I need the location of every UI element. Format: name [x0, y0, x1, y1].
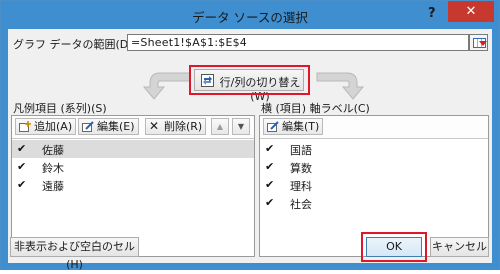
axis-item[interactable]: ✔ 算数 [260, 158, 488, 176]
legend-item-label: 佐藤 [42, 144, 64, 157]
up-arrow-icon[interactable]: ▲ [211, 118, 229, 135]
title-bar: データ ソースの選択 ? ✕ [1, 1, 499, 29]
axis-item-label: 社会 [290, 198, 312, 211]
axis-item[interactable]: ✔ 国語 [260, 140, 488, 158]
legend-item-label: 遠藤 [42, 180, 64, 193]
edit-icon [267, 121, 279, 132]
axis-item-label: 算数 [290, 162, 312, 175]
axis-edit-label: 編集(T) [282, 120, 320, 133]
down-arrow-icon[interactable]: ▼ [232, 118, 250, 135]
add-label: 追加(A) [34, 120, 73, 133]
help-icon[interactable]: ? [428, 6, 436, 21]
axis-edit-button[interactable]: 編集(T) [263, 118, 324, 135]
range-select-button[interactable] [469, 34, 488, 51]
left-curve-arrow-icon [142, 72, 191, 100]
range-arrow-icon [479, 41, 487, 46]
remove-button[interactable]: ✕ 削除(R) [145, 118, 207, 135]
checkbox-icon[interactable]: ✔ [17, 179, 28, 190]
range-label: グラフ データの範囲(D): [13, 38, 137, 51]
axis-item-label: 理科 [290, 180, 312, 193]
legend-edit-label: 編集(E) [97, 120, 135, 133]
add-icon [19, 121, 31, 132]
legend-toolbar: 追加(A) 編集(E) ✕ 削除(R) ▲ ▼ [12, 116, 254, 139]
axis-toolbar: 編集(T) [260, 116, 488, 139]
checkbox-icon[interactable]: ✔ [265, 179, 276, 190]
legend-header: 凡例項目 (系列)(S) [13, 102, 107, 115]
legend-item[interactable]: ✔ 佐藤 [12, 140, 254, 158]
legend-edit-button[interactable]: 編集(E) [78, 118, 139, 135]
axis-item[interactable]: ✔ 社会 [260, 194, 488, 212]
axis-item-label: 国語 [290, 144, 312, 157]
axis-header: 横 (項目) 軸ラベル(C) [261, 102, 370, 115]
add-button[interactable]: 追加(A) [15, 118, 77, 135]
close-icon[interactable]: ✕ [448, 1, 494, 22]
hidden-empty-cells-button[interactable]: 非表示および空白のセル(H) [10, 237, 139, 271]
edit-icon [82, 121, 94, 132]
legend-item-label: 鈴木 [42, 162, 64, 175]
remove-icon: ✕ [149, 119, 160, 133]
axis-item[interactable]: ✔ 理科 [260, 176, 488, 194]
select-data-source-dialog: データ ソースの選択 ? ✕ グラフ データの範囲(D): =Sheet1!$A… [0, 0, 500, 271]
remove-label: 削除(R) [164, 120, 203, 133]
dialog-title: データ ソースの選択 [192, 10, 308, 25]
checkbox-icon[interactable]: ✔ [17, 143, 28, 154]
legend-item[interactable]: ✔ 鈴木 [12, 158, 254, 176]
right-curve-arrow-icon [316, 72, 365, 100]
ok-highlight [361, 232, 427, 262]
checkbox-icon[interactable]: ✔ [265, 143, 276, 154]
switch-highlight [189, 65, 310, 95]
cancel-button[interactable]: キャンセル [430, 237, 489, 257]
dialog-body: グラフ データの範囲(D): =Sheet1!$A$1:$E$4 行/列の切り替… [8, 29, 492, 263]
legend-item[interactable]: ✔ 遠藤 [12, 176, 254, 194]
range-input[interactable]: =Sheet1!$A$1:$E$4 [127, 34, 469, 51]
checkbox-icon[interactable]: ✔ [265, 161, 276, 172]
checkbox-icon[interactable]: ✔ [17, 161, 28, 172]
legend-panel: 追加(A) 編集(E) ✕ 削除(R) ▲ ▼ ✔ 佐藤 ✔ 鈴木 ✔ 遠藤 [11, 115, 255, 257]
checkbox-icon[interactable]: ✔ [265, 197, 276, 208]
